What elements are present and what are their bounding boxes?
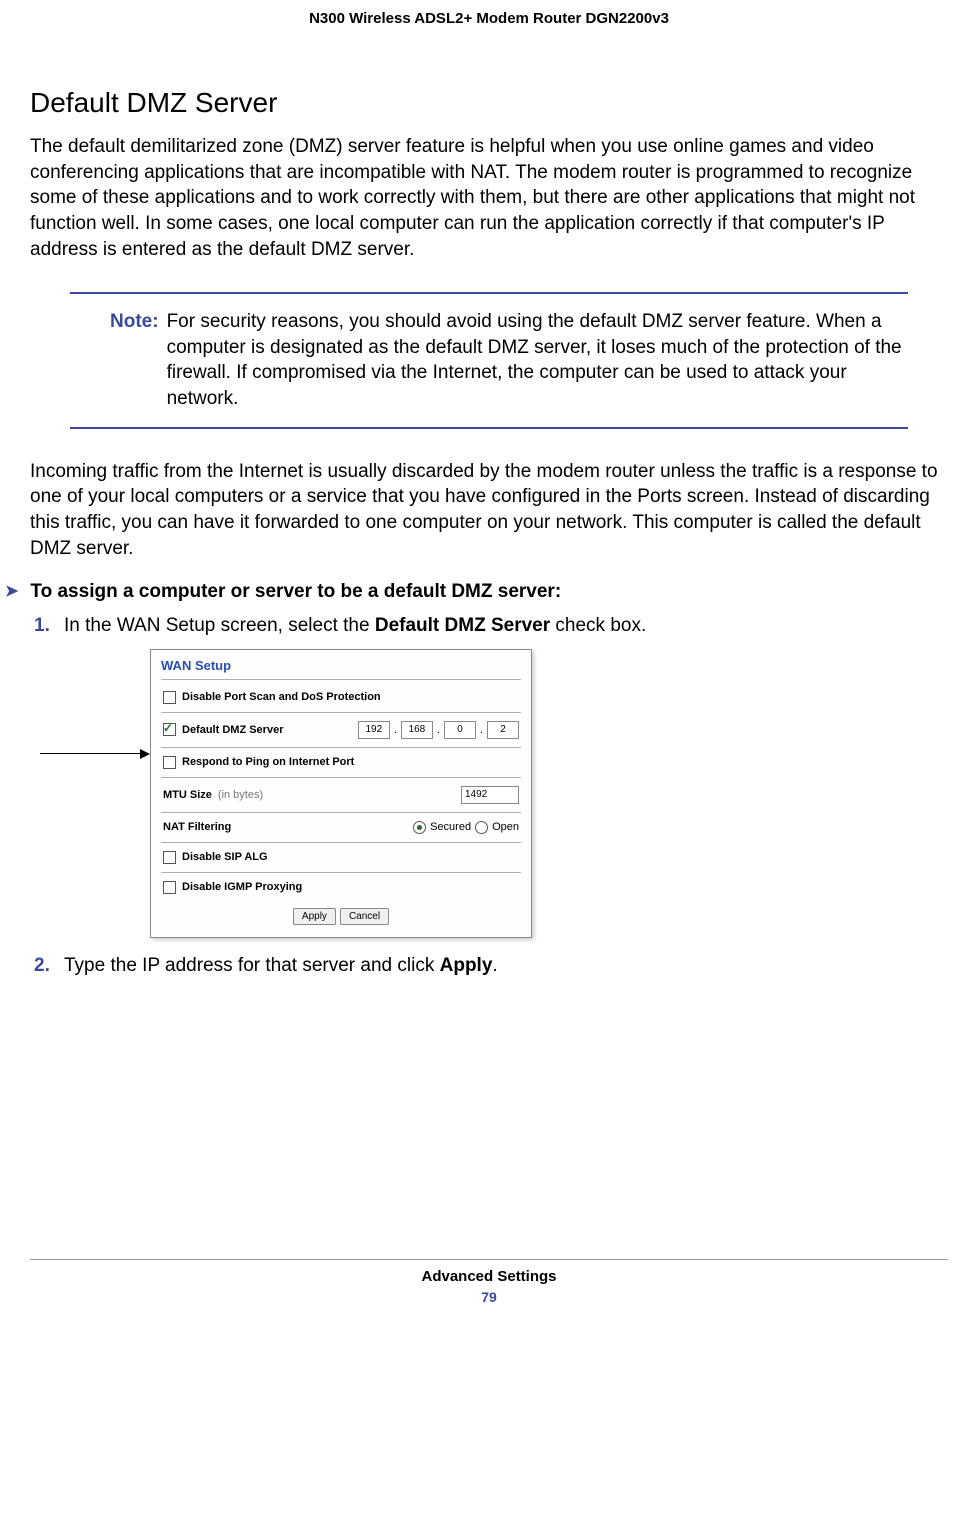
body-paragraph: Incoming traffic from the Internet is us… bbox=[30, 459, 948, 562]
procedure-heading: ➤ To assign a computer or server to be a… bbox=[30, 581, 948, 603]
note-label: Note: bbox=[110, 311, 159, 332]
wan-title: WAN Setup bbox=[161, 658, 521, 680]
step-text-post: . bbox=[492, 955, 497, 976]
wan-row-mtu: MTU Size (in bytes) bbox=[161, 778, 521, 813]
wan-row-dmz: Default DMZ Server . . . bbox=[161, 713, 521, 748]
step-number: 1. bbox=[34, 613, 64, 639]
apply-button[interactable]: Apply bbox=[293, 908, 336, 925]
disable-sip-label: Disable SIP ALG bbox=[182, 851, 268, 863]
dmz-ip-4[interactable] bbox=[487, 721, 519, 739]
wan-row-port-scan: Disable Port Scan and DoS Protection bbox=[161, 683, 521, 713]
step-1: 1. In the WAN Setup screen, select the D… bbox=[30, 613, 948, 639]
document-header: N300 Wireless ADSL2+ Modem Router DGN220… bbox=[30, 10, 948, 27]
disable-port-scan-label: Disable Port Scan and DoS Protection bbox=[182, 691, 381, 703]
respond-ping-label: Respond to Ping on Internet Port bbox=[182, 756, 354, 768]
wan-row-ping: Respond to Ping on Internet Port bbox=[161, 748, 521, 778]
disable-igmp-label: Disable IGMP Proxying bbox=[182, 881, 302, 893]
note-box: Note: For security reasons, you should a… bbox=[70, 292, 908, 429]
procedure-title: To assign a computer or server to be a d… bbox=[30, 581, 561, 603]
dmz-ip-2[interactable] bbox=[401, 721, 433, 739]
step-2: 2. Type the IP address for that server a… bbox=[30, 953, 948, 979]
step-text-pre: Type the IP address for that server and … bbox=[64, 955, 440, 976]
wan-screenshot: WAN Setup Disable Port Scan and DoS Prot… bbox=[40, 649, 948, 938]
step-text-post: check box. bbox=[550, 615, 646, 636]
default-dmz-checkbox[interactable] bbox=[163, 723, 176, 736]
dmz-ip-3[interactable] bbox=[444, 721, 476, 739]
section-heading: Default DMZ Server bbox=[30, 87, 948, 119]
mtu-input[interactable] bbox=[461, 786, 519, 804]
nat-open-label: Open bbox=[492, 821, 519, 833]
cancel-button[interactable]: Cancel bbox=[340, 908, 389, 925]
nat-label: NAT Filtering bbox=[163, 821, 231, 833]
nat-secured-radio[interactable] bbox=[413, 821, 426, 834]
nat-open-radio[interactable] bbox=[475, 821, 488, 834]
respond-ping-checkbox[interactable] bbox=[163, 756, 176, 769]
footer-page-number: 79 bbox=[30, 1289, 948, 1305]
disable-sip-checkbox[interactable] bbox=[163, 851, 176, 864]
wan-row-sip: Disable SIP ALG bbox=[161, 843, 521, 873]
disable-port-scan-checkbox[interactable] bbox=[163, 691, 176, 704]
page-footer: Advanced Settings 79 bbox=[30, 1259, 948, 1305]
pointer-arrow-icon bbox=[40, 749, 150, 759]
mtu-label: MTU Size bbox=[163, 789, 212, 801]
step-text-bold: Default DMZ Server bbox=[375, 615, 550, 636]
dmz-ip-1[interactable] bbox=[358, 721, 390, 739]
default-dmz-label: Default DMZ Server bbox=[182, 724, 283, 736]
chevron-icon: ➤ bbox=[5, 581, 18, 603]
nat-secured-label: Secured bbox=[430, 821, 471, 833]
mtu-hint: (in bytes) bbox=[218, 789, 263, 801]
step-text-bold: Apply bbox=[440, 955, 493, 976]
disable-igmp-checkbox[interactable] bbox=[163, 881, 176, 894]
wan-row-nat: NAT Filtering Secured Open bbox=[161, 813, 521, 843]
intro-paragraph: The default demilitarized zone (DMZ) ser… bbox=[30, 134, 948, 262]
step-text-pre: In the WAN Setup screen, select the bbox=[64, 615, 375, 636]
wan-setup-panel: WAN Setup Disable Port Scan and DoS Prot… bbox=[150, 649, 532, 938]
footer-section: Advanced Settings bbox=[30, 1268, 948, 1285]
dmz-ip-group: . . . bbox=[358, 721, 519, 739]
step-number: 2. bbox=[34, 953, 64, 979]
wan-row-igmp: Disable IGMP Proxying bbox=[161, 873, 521, 902]
note-text: For security reasons, you should avoid u… bbox=[167, 309, 908, 412]
